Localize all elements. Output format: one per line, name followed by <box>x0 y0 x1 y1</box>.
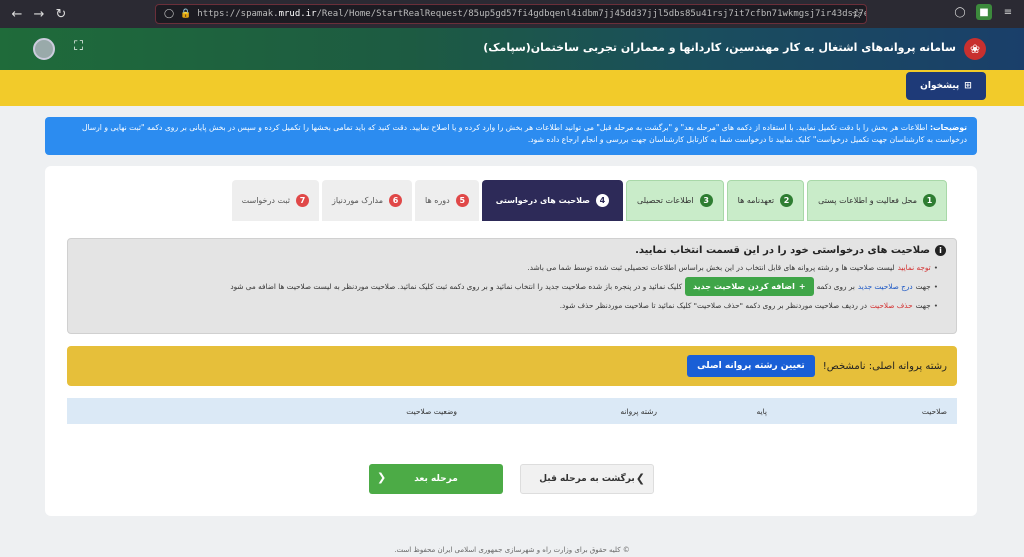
pocket-icon[interactable]: ◯ <box>952 4 968 20</box>
url-scheme: https://spamak. <box>197 9 279 19</box>
info-title: i صلاحیت های درخواستی خود را در این قسمت… <box>78 245 946 256</box>
tab-number: 2 <box>780 194 794 207</box>
app-title: سامانه پروانه‌های اشتغال به کار مهندسین،… <box>483 41 956 54</box>
tab-number: 7 <box>295 194 309 207</box>
next-step-button[interactable]: مرحله بعد ❮ <box>369 464 503 494</box>
add-qualification-label: اضافه کردن صلاحیت جدید <box>693 282 795 291</box>
tab-label: محل فعالیت و اطلاعات پستی <box>818 196 917 205</box>
column-qualification-status: وضعیت صلاحیت <box>406 407 457 416</box>
note-highlight: توجه نمایید <box>897 263 931 272</box>
delete-text-b: در ردیف صلاحیت موردنظر بر روی دکمه "حذف … <box>559 301 867 310</box>
reload-icon[interactable]: ↻ <box>50 3 72 25</box>
tab-documents[interactable]: 6 مدارک موردنیاز <box>321 180 413 221</box>
bullet-icon: • <box>933 282 938 291</box>
next-step-label: مرحله بعد <box>414 474 458 484</box>
shield-icon: ◯ <box>164 9 175 19</box>
chevron-right-icon: ❯ <box>635 472 645 485</box>
bookmark-star-icon[interactable]: ☆ <box>846 3 868 25</box>
add-highlight: درج صلاحیت جدید <box>857 282 913 291</box>
avatar[interactable] <box>33 38 55 60</box>
grid-icon: ⊞ <box>964 81 972 91</box>
wizard-card: 1 محل فعالیت و اطلاعات پستی 2 تعهدنامه ه… <box>45 166 977 516</box>
tab-submit-request[interactable]: 7 ثبت درخواست <box>231 180 319 221</box>
tab-label: صلاحیت های درخواستی <box>495 196 590 205</box>
main-major-bar: رشته پروانه اصلی: نامشخص! تعیین رشته پرو… <box>67 346 957 386</box>
tab-number: 5 <box>455 194 469 207</box>
info-icon: i <box>935 245 946 256</box>
tab-qualifications[interactable]: 4 صلاحیت های درخواستی <box>481 180 623 221</box>
footer-copyright: © کلیه حقوق برای وزارت راه و شهرسازی جمه… <box>394 546 630 554</box>
qualifications-table-header: صلاحیت پایه رشته پروانه وضعیت صلاحیت <box>67 398 957 424</box>
lock-icon: 🔒 <box>180 9 192 19</box>
info-line-add: • جهت درج صلاحیت جدید بر روی دکمه + اضاف… <box>78 277 938 296</box>
info-panel: i صلاحیت های درخواستی خود را در این قسمت… <box>67 238 957 334</box>
info-line-delete: • جهت حذف صلاحیت در ردیف صلاحیت موردنظر … <box>78 300 938 311</box>
tab-label: دوره ها <box>425 196 450 205</box>
url-path: /Real/Home/StartRealRequest/85up5gd57fi4… <box>316 9 867 19</box>
tab-label: تعهدنامه ها <box>737 196 775 205</box>
tab-commitments[interactable]: 2 تعهدنامه ها <box>726 180 805 221</box>
tab-number: 6 <box>389 194 403 207</box>
back-icon[interactable]: ← <box>6 3 28 25</box>
url-bar[interactable]: ◯ 🔒 https://spamak. mrud.ir/Real/Home/Sta… <box>155 4 867 24</box>
info-line-note: • توجه نمایید لیست صلاحیت ها و رشته پروا… <box>78 262 938 273</box>
set-main-major-button[interactable]: تعیین رشته پروانه اصلی <box>687 355 815 377</box>
tab-number: 4 <box>595 194 609 207</box>
logo-icon: ❀ <box>964 38 986 60</box>
url-host: mrud.ir <box>278 9 317 19</box>
dashboard-button[interactable]: ⊞ پیشخوان <box>906 72 986 100</box>
tab-label: اطلاعات تحصیلی <box>636 196 694 205</box>
notice-lead: توضیحات: <box>929 123 967 132</box>
app-header: ❀ سامانه پروانه‌های اشتغال به کار مهندسی… <box>0 28 1024 70</box>
fullscreen-icon[interactable]: ⛶ <box>74 39 83 54</box>
extension-icon[interactable]: ■ <box>976 4 992 20</box>
forward-icon[interactable]: → <box>28 3 50 25</box>
browser-toolbar: ← → ↻ ◯ 🔒 https://spamak. mrud.ir/Real/Ho… <box>0 0 1024 28</box>
menu-icon[interactable]: ≡ <box>1000 4 1016 20</box>
previous-step-label: برگشت به مرحله قبل <box>539 474 635 484</box>
delete-text-a: جهت <box>915 301 931 310</box>
toolbar-bar: ⊞ پیشخوان <box>0 70 1024 106</box>
add-text-a: جهت <box>915 282 931 291</box>
add-qualification-button[interactable]: + اضافه کردن صلاحیت جدید <box>685 277 814 296</box>
column-grade: پایه <box>756 407 767 416</box>
info-title-text: صلاحیت های درخواستی خود را در این قسمت ا… <box>635 245 930 256</box>
wizard-tabs: 1 محل فعالیت و اطلاعات پستی 2 تعهدنامه ه… <box>231 180 947 221</box>
delete-highlight: حذف صلاحیت <box>869 301 913 310</box>
tab-activity-location[interactable]: 1 محل فعالیت و اطلاعات پستی <box>807 180 947 221</box>
chevron-left-icon: ❮ <box>377 471 387 484</box>
add-text-c: کلیک نمائید و در پنجره باز شده صلاحیت جد… <box>230 282 683 291</box>
tab-education[interactable]: 3 اطلاعات تحصیلی <box>625 180 724 221</box>
dashboard-label: پیشخوان <box>920 81 960 91</box>
column-qualification: صلاحیت <box>921 407 947 416</box>
tab-label: مدارک موردنیاز <box>331 196 384 205</box>
plus-icon: + <box>798 282 806 291</box>
add-text-b: بر روی دکمه <box>816 282 855 291</box>
previous-step-button[interactable]: ❯ برگشت به مرحله قبل <box>520 464 654 494</box>
instructions-notice: توضیحات: اطلاعات هر بخش را با دقت تکمیل … <box>45 117 977 155</box>
tab-number: 3 <box>699 194 713 207</box>
tab-label: ثبت درخواست <box>241 196 290 205</box>
main-major-label: رشته پروانه اصلی: نامشخص! <box>822 360 947 372</box>
bullet-icon: • <box>933 263 938 272</box>
notice-text: اطلاعات هر بخش را با دقت تکمیل نمایید. ب… <box>81 123 967 144</box>
bullet-icon: • <box>933 301 938 310</box>
column-license-major: رشته پروانه <box>620 407 657 416</box>
tab-courses[interactable]: 5 دوره ها <box>415 180 479 221</box>
note-text: لیست صلاحیت ها و رشته پروانه های قابل ان… <box>527 263 895 272</box>
tab-number: 1 <box>923 194 936 207</box>
